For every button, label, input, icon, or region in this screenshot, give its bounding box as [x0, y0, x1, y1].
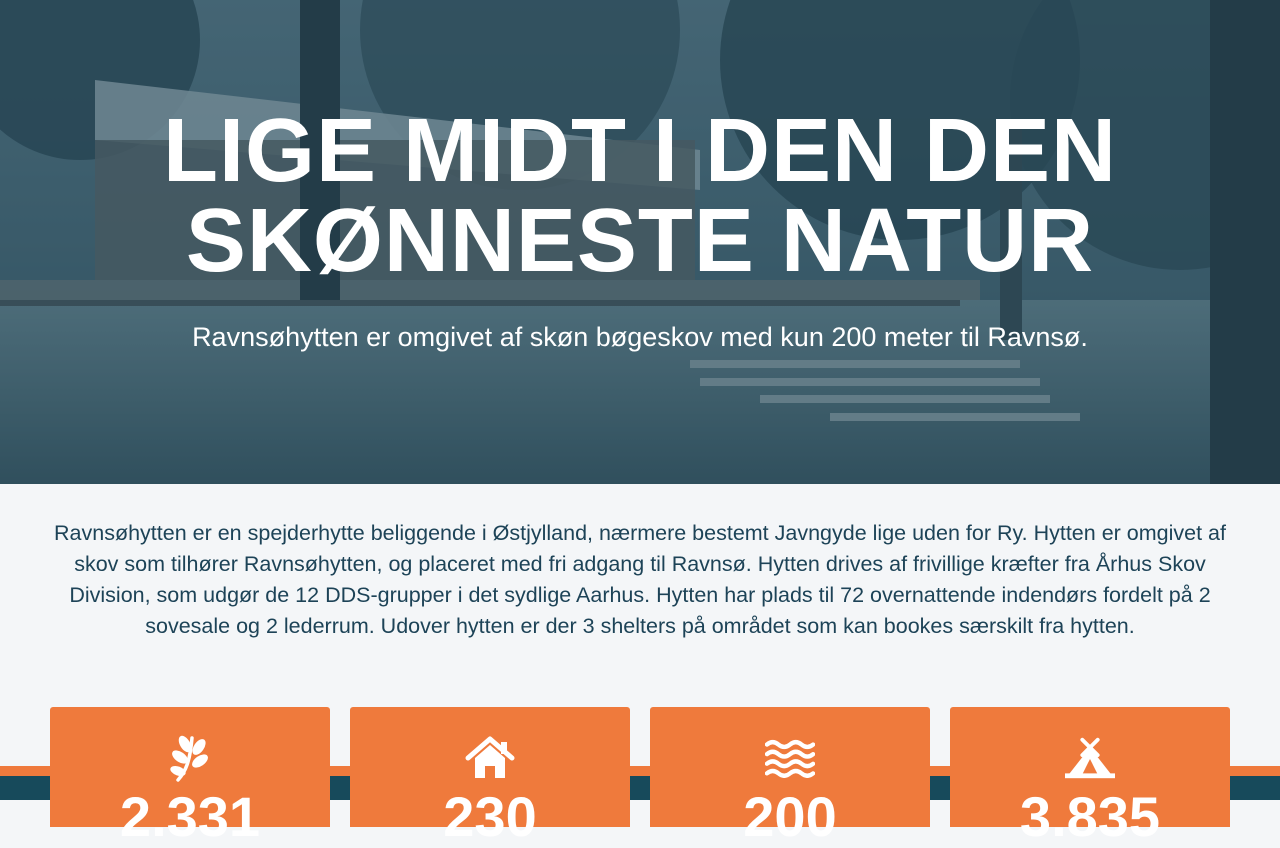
stat-card-water: 200	[650, 707, 930, 847]
tent-icon	[1065, 733, 1115, 783]
stat-value: 230	[443, 785, 537, 848]
stat-card-house: 230	[350, 707, 630, 847]
leaf-icon	[165, 733, 215, 783]
intro-text: Ravnsøhytten er en spejderhytte beliggen…	[54, 521, 1226, 638]
hero-title-line-1: LIGE MIDT I DEN DEN	[162, 101, 1118, 201]
hero-section: LIGE MIDT I DEN DEN SKØNNESTE NATUR Ravn…	[0, 0, 1280, 484]
hero-subtitle: Ravnsøhytten er omgivet af skøn bøgeskov…	[192, 322, 1088, 352]
house-icon	[465, 733, 515, 783]
stat-value: 3.835	[1019, 785, 1161, 848]
hero-title: LIGE MIDT I DEN DEN SKØNNESTE NATUR	[0, 106, 1280, 286]
water-icon	[765, 733, 815, 783]
stat-card-forest: 2.331	[50, 707, 330, 847]
hero-title-line-2: SKØNNESTE NATUR	[185, 191, 1095, 291]
stat-value: 200	[743, 785, 837, 848]
stat-value: 2.331	[119, 785, 261, 848]
stat-card-tent: 3.835	[950, 707, 1230, 847]
